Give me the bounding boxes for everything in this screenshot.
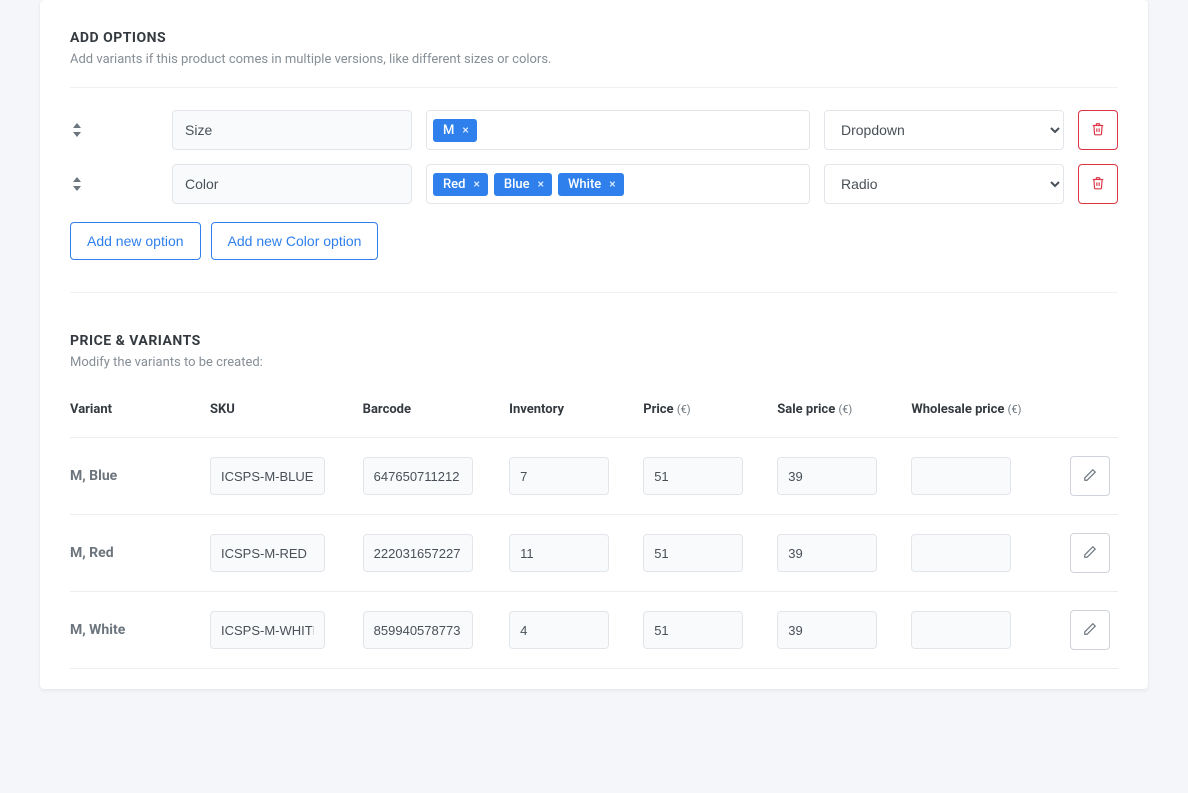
option-values-input[interactable]: M×: [426, 110, 810, 150]
pencil-icon: [1083, 468, 1097, 485]
barcode-input[interactable]: [363, 611, 473, 649]
barcode-input[interactable]: [363, 534, 473, 572]
inventory-input[interactable]: [509, 457, 609, 495]
price-input[interactable]: [643, 611, 743, 649]
sale-price-input[interactable]: [777, 534, 877, 572]
sku-input[interactable]: [210, 611, 325, 649]
close-icon[interactable]: ×: [609, 178, 615, 190]
edit-variant-button[interactable]: [1070, 456, 1110, 496]
sale-price-input[interactable]: [777, 611, 877, 649]
trash-icon: [1091, 176, 1105, 193]
tag-label: Red: [443, 177, 465, 192]
option-name-input[interactable]: [172, 164, 412, 204]
option-type-select[interactable]: DropdownRadio: [824, 110, 1064, 150]
add-options-section: ADD OPTIONS Add variants if this product…: [70, 30, 1118, 293]
option-value-tag: Blue ×: [494, 173, 552, 196]
price-input[interactable]: [643, 457, 743, 495]
close-icon[interactable]: ×: [538, 178, 544, 190]
tag-label: Blue: [504, 177, 530, 192]
option-type-select[interactable]: DropdownRadio: [824, 164, 1064, 204]
col-header-wholesale-price: Wholesale price (€): [911, 390, 1058, 438]
sku-input[interactable]: [210, 457, 325, 495]
option-values-input[interactable]: Red × Blue × White ×: [426, 164, 810, 204]
variant-name: M, Red: [70, 545, 114, 561]
col-header-inventory: Inventory: [509, 390, 643, 438]
variant-name: M, Blue: [70, 468, 117, 484]
add-new-color-option-button[interactable]: Add new Color option: [211, 222, 379, 260]
tag-label: M: [443, 123, 454, 138]
close-icon[interactable]: ×: [462, 124, 468, 136]
tag-label: White: [568, 177, 601, 192]
barcode-input[interactable]: [363, 457, 473, 495]
price-variants-section: PRICE & VARIANTS Modify the variants to …: [70, 333, 1118, 669]
edit-variant-button[interactable]: [1070, 533, 1110, 573]
price-variants-subtitle: Modify the variants to be created:: [70, 355, 1118, 370]
edit-variant-button[interactable]: [1070, 610, 1110, 650]
product-options-card: ADD OPTIONS Add variants if this product…: [40, 0, 1148, 689]
price-input[interactable]: [643, 534, 743, 572]
wholesale-price-input[interactable]: [911, 457, 1011, 495]
add-new-option-button[interactable]: Add new option: [70, 222, 201, 260]
add-options-title: ADD OPTIONS: [70, 30, 1118, 46]
col-header-barcode: Barcode: [363, 390, 509, 438]
pencil-icon: [1083, 545, 1097, 562]
col-header-variant: Variant: [70, 390, 210, 438]
add-options-subtitle: Add variants if this product comes in mu…: [70, 52, 1118, 67]
col-header-sku: SKU: [210, 390, 363, 438]
divider: [70, 292, 1118, 293]
sale-price-input[interactable]: [777, 457, 877, 495]
trash-icon: [1091, 122, 1105, 139]
sort-handle-icon[interactable]: [70, 123, 84, 137]
sort-handle-icon[interactable]: [70, 177, 84, 191]
col-header-sale-price: Sale price (€): [777, 390, 911, 438]
wholesale-price-input[interactable]: [911, 534, 1011, 572]
wholesale-price-input[interactable]: [911, 611, 1011, 649]
col-header-price: Price (€): [643, 390, 777, 438]
variants-table: Variant SKU Barcode Inventory Price (€) …: [70, 390, 1118, 669]
table-row: M, White: [70, 592, 1118, 669]
variant-name: M, White: [70, 622, 125, 638]
table-row: M, Blue: [70, 438, 1118, 515]
col-header-actions: [1058, 390, 1118, 438]
table-row: M, Red: [70, 515, 1118, 592]
delete-option-button[interactable]: [1078, 110, 1118, 150]
inventory-input[interactable]: [509, 611, 609, 649]
option-buttons-row: Add new option Add new Color option: [70, 222, 1118, 260]
close-icon[interactable]: ×: [473, 178, 479, 190]
pencil-icon: [1083, 622, 1097, 639]
option-value-tag: Red ×: [433, 173, 488, 196]
option-value-tag: White ×: [558, 173, 624, 196]
option-name-input[interactable]: [172, 110, 412, 150]
option-row: M×DropdownRadio: [70, 110, 1118, 150]
option-value-tag: M×: [433, 119, 477, 142]
sku-input[interactable]: [210, 534, 325, 572]
option-row: Red × Blue × White × DropdownRadio: [70, 164, 1118, 204]
price-variants-title: PRICE & VARIANTS: [70, 333, 1118, 349]
delete-option-button[interactable]: [1078, 164, 1118, 204]
divider: [70, 87, 1118, 88]
inventory-input[interactable]: [509, 534, 609, 572]
